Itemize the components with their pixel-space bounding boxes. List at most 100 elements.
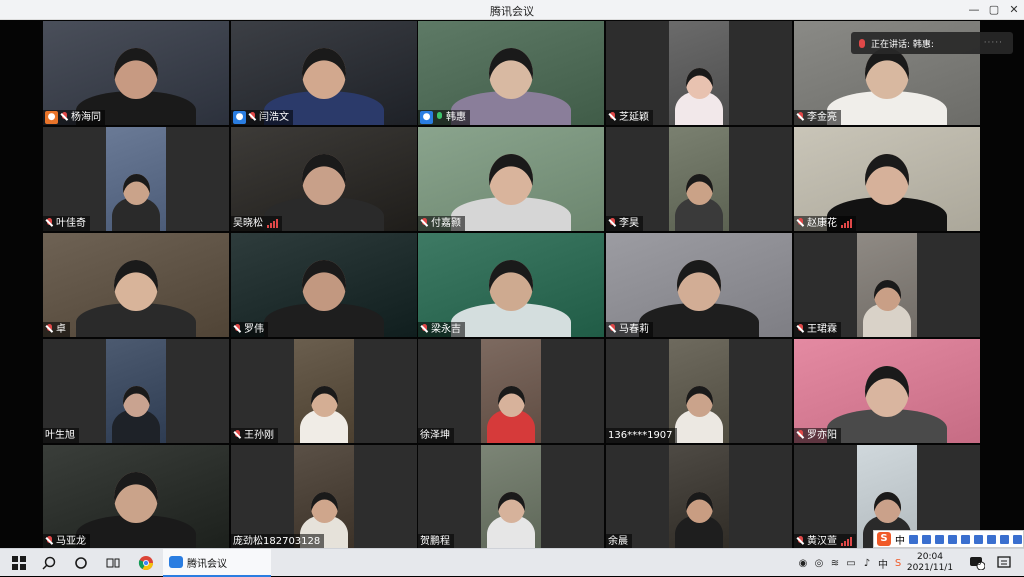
ime-toolbar[interactable]: S 中 — [873, 530, 1024, 548]
participant-tile[interactable]: 付嘉颢 — [418, 127, 604, 231]
ime-tool-icon[interactable] — [1000, 534, 1009, 544]
participant-tile[interactable]: 136****1907 — [606, 339, 792, 443]
participant-video — [43, 233, 229, 337]
ime-tool-icon[interactable] — [935, 534, 944, 544]
participant-label: 马春莉 — [606, 322, 653, 337]
ime-tool-icon[interactable] — [961, 534, 970, 544]
chat-icon[interactable]: 9 — [968, 554, 986, 572]
ime-tool-icon[interactable] — [909, 534, 918, 544]
participant-face — [302, 154, 346, 205]
participant-tile[interactable]: 罗伟 — [231, 233, 417, 337]
participant-tile[interactable]: 罗亦阳 — [794, 339, 980, 443]
ime-tool-icon[interactable] — [948, 534, 957, 544]
participant-name: 李金亮 — [807, 112, 837, 123]
participant-tile[interactable]: 赵康花 — [794, 127, 980, 231]
participant-label: 李昊 — [606, 216, 643, 231]
participant-label: 梁永吉 — [418, 322, 465, 337]
participant-face — [685, 173, 713, 205]
participant-name: 王珺霖 — [807, 324, 837, 335]
speaking-indicator: 正在讲话: 韩惠: ····· — [851, 32, 1013, 54]
ime-tool-icon[interactable] — [1013, 534, 1022, 544]
participant-tile[interactable]: 马亚龙 — [43, 445, 229, 549]
participant-tile[interactable]: 叶佳奇 — [43, 127, 229, 231]
participant-name: 罗伟 — [244, 324, 264, 335]
participant-name: 叶生旭 — [45, 430, 75, 441]
window-title: 腾讯会议 — [490, 5, 534, 18]
participant-face — [489, 48, 533, 99]
participant-tile[interactable]: 王珺霖 — [794, 233, 980, 337]
participant-tile[interactable]: 余晨 — [606, 445, 792, 549]
participant-tile[interactable]: 李昊 — [606, 127, 792, 231]
ime-tool-icon[interactable] — [922, 534, 931, 544]
mic-muted-icon — [796, 536, 805, 547]
mic-muted-icon — [45, 218, 54, 229]
participant-name: 赵康花 — [807, 218, 837, 229]
participant-tile[interactable]: 吴晓松 — [231, 127, 417, 231]
participant-video — [669, 339, 729, 443]
maximize-button[interactable]: ▢ — [983, 2, 1005, 18]
close-button[interactable]: ✕ — [1003, 2, 1024, 18]
mic-muted-icon — [796, 112, 805, 123]
speaking-dots: ····· — [983, 38, 1003, 48]
participant-video — [669, 127, 729, 231]
participant-tile[interactable]: 芝延颖 — [606, 21, 792, 125]
participant-name: 李昊 — [619, 218, 639, 229]
participant-tile[interactable]: 王孙刚 — [231, 339, 417, 443]
participant-tile[interactable]: 梁永吉 — [418, 233, 604, 337]
participant-label: ● 韩惠 — [418, 110, 470, 125]
user-icon: ● — [233, 111, 246, 124]
action-center-icon[interactable] — [995, 554, 1013, 572]
participant-face — [310, 385, 338, 417]
participant-label: 黄汉萱 — [794, 534, 856, 549]
signal-strength-icon — [841, 219, 852, 228]
participant-tile[interactable]: 马春莉 — [606, 233, 792, 337]
participant-face — [302, 48, 346, 99]
participant-label: 王孙刚 — [231, 428, 278, 443]
participant-name: 付嘉颢 — [431, 218, 461, 229]
participant-tile[interactable]: ● 闫浩文 — [231, 21, 417, 125]
participant-video — [669, 21, 729, 125]
minimize-button[interactable]: — — [963, 2, 985, 18]
participant-tile[interactable]: 徐泽坤 — [418, 339, 604, 443]
participant-label: 贺鹏程 — [418, 534, 454, 549]
mic-muted-icon — [608, 112, 617, 123]
cortana-icon[interactable] — [72, 554, 90, 572]
chrome-icon[interactable] — [137, 554, 155, 572]
mic-muted-icon — [233, 324, 242, 335]
participant-name: 叶佳奇 — [56, 218, 86, 229]
participant-face — [685, 67, 713, 99]
window-titlebar: 腾讯会议 — ▢ ✕ — [0, 0, 1024, 20]
signal-strength-icon — [841, 537, 852, 546]
participant-tile[interactable]: 贺鹏程 — [418, 445, 604, 549]
mic-muted-icon — [608, 218, 617, 229]
video-gallery: ● 杨海同 ● 闫浩文 ● 韩惠 芝延颖 李金亮叶佳奇 吴晓松 付嘉颢 李昊 赵康花卓 罗伟 梁永吉 马春莉… — [0, 20, 1024, 549]
task-view-icon[interactable] — [104, 554, 122, 572]
mic-muted-icon — [796, 218, 805, 229]
taskbar-app-tencent-meeting[interactable]: 腾讯会议 — [163, 549, 271, 577]
participant-label: 庞劲松182703128 — [231, 534, 325, 549]
participant-video — [857, 233, 917, 337]
participant-face — [685, 385, 713, 417]
sogou-icon[interactable]: S — [877, 532, 891, 546]
participant-face — [865, 48, 909, 99]
participant-label: 叶生旭 — [43, 428, 79, 443]
participant-tile[interactable]: ● 韩惠 — [418, 21, 604, 125]
participant-video — [294, 339, 354, 443]
ime-tool-icon[interactable] — [987, 534, 996, 544]
participant-tile[interactable]: 卓 — [43, 233, 229, 337]
search-icon[interactable] — [40, 554, 58, 572]
ime-mode[interactable]: 中 — [895, 532, 905, 547]
participant-video — [106, 127, 166, 231]
participant-tile[interactable]: 庞劲松182703128 — [231, 445, 417, 549]
participant-tile[interactable]: ● 杨海同 — [43, 21, 229, 125]
participant-label: ● 闫浩文 — [231, 110, 293, 125]
ime-tool-icon[interactable] — [974, 534, 983, 544]
participant-label: 王珺霖 — [794, 322, 841, 337]
participant-name: 马亚龙 — [56, 536, 86, 547]
participant-name: 罗亦阳 — [807, 430, 837, 441]
participant-face — [497, 491, 525, 523]
tray-clock[interactable]: 20:04 2021/11/1 — [900, 552, 960, 574]
windows-start-icon[interactable] — [10, 554, 28, 572]
user-icon: ● — [420, 111, 433, 124]
participant-tile[interactable]: 叶生旭 — [43, 339, 229, 443]
